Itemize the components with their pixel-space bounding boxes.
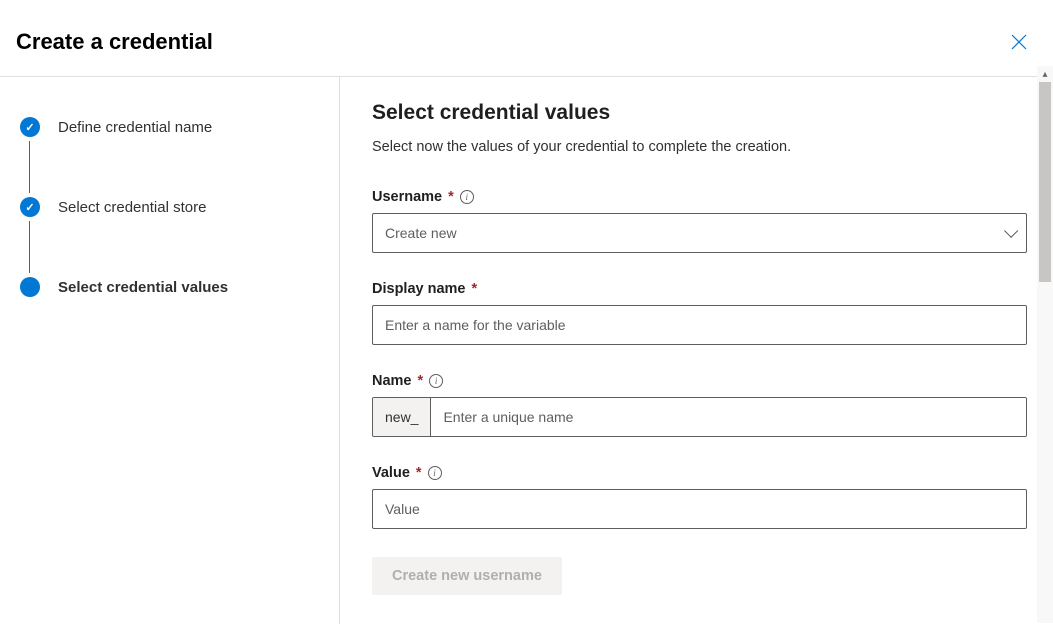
step-label: Select credential store — [58, 199, 206, 216]
close-icon — [1011, 34, 1027, 50]
main-panel: Select credential values Select now the … — [340, 77, 1053, 624]
value-field-block: Value * i — [372, 465, 1021, 529]
panel-subtitle: Select now the values of your credential… — [372, 139, 1021, 155]
name-label: Name * i — [372, 373, 1021, 389]
username-field-block: Username * i Create new — [372, 189, 1021, 253]
create-username-button[interactable]: Create new username — [372, 557, 562, 595]
current-step-icon — [20, 277, 40, 297]
username-select[interactable]: Create new — [372, 213, 1027, 253]
select-value: Create new — [385, 225, 457, 241]
panel-title: Select credential values — [372, 101, 1021, 125]
display-name-field-block: Display name * — [372, 281, 1021, 345]
scroll-up-arrow-icon[interactable]: ▴ — [1037, 66, 1053, 82]
name-prefix: new_ — [373, 398, 431, 436]
step-label: Select credential values — [58, 279, 228, 296]
check-icon — [20, 117, 40, 137]
step-connector — [29, 141, 30, 193]
value-input[interactable] — [372, 489, 1027, 529]
name-input-wrapper: new_ — [372, 397, 1027, 437]
dialog-title: Create a credential — [16, 29, 213, 55]
step-connector — [29, 221, 30, 273]
dialog-header: Create a credential — [0, 0, 1053, 77]
scroll-thumb[interactable] — [1039, 82, 1051, 282]
display-name-input[interactable] — [372, 305, 1027, 345]
dialog-body: Define credential name Select credential… — [0, 77, 1053, 624]
value-label: Value * i — [372, 465, 1021, 481]
username-label: Username * i — [372, 189, 1021, 205]
wizard-step-select-values[interactable]: Select credential values — [20, 277, 319, 297]
info-icon[interactable]: i — [428, 466, 442, 480]
name-field-block: Name * i new_ — [372, 373, 1021, 437]
close-button[interactable] — [1005, 28, 1033, 56]
wizard-step-define-name[interactable]: Define credential name — [20, 117, 319, 137]
info-icon[interactable]: i — [429, 374, 443, 388]
info-icon[interactable]: i — [460, 190, 474, 204]
chevron-down-icon — [1004, 224, 1018, 238]
check-icon — [20, 197, 40, 217]
display-name-label: Display name * — [372, 281, 1021, 297]
vertical-scrollbar[interactable]: ▴ — [1037, 66, 1053, 623]
wizard-step-select-store[interactable]: Select credential store — [20, 197, 319, 217]
wizard-steps-sidebar: Define credential name Select credential… — [0, 77, 340, 624]
step-label: Define credential name — [58, 119, 212, 136]
name-input[interactable] — [431, 398, 1026, 436]
